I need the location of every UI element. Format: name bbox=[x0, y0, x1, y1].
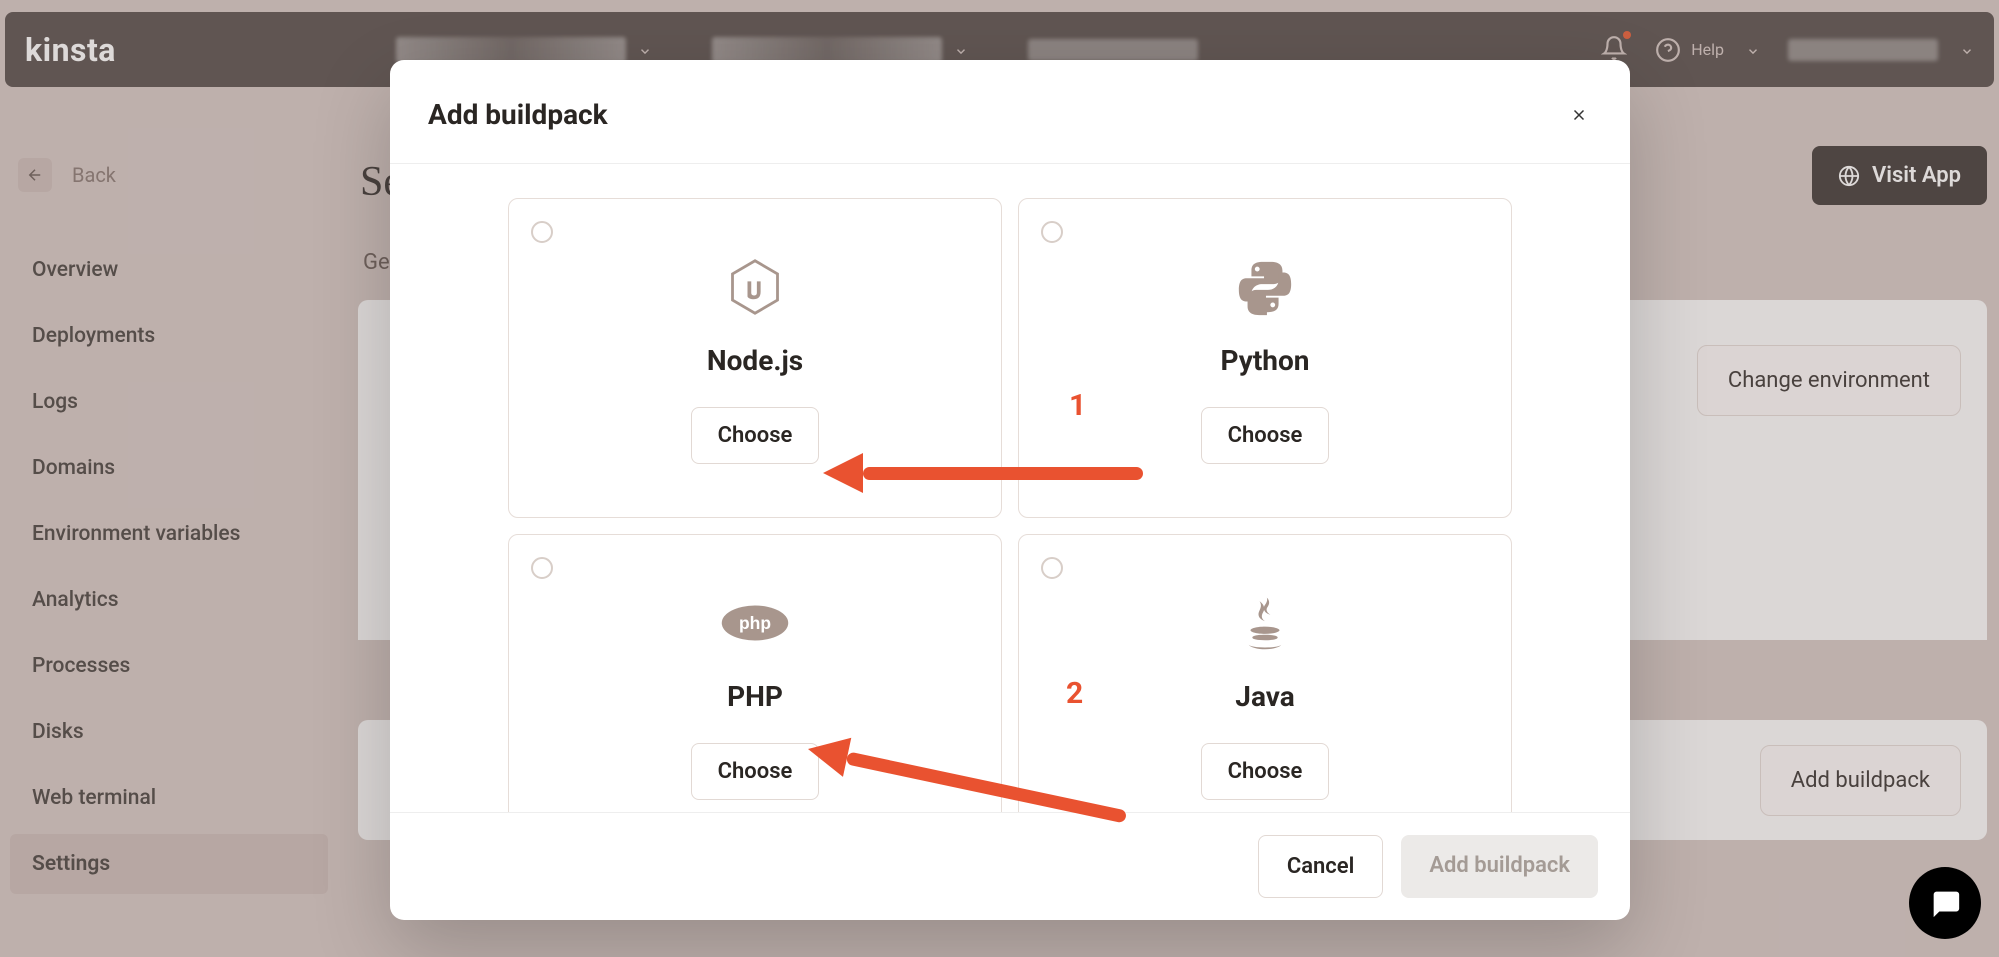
add-buildpack-confirm-button[interactable]: Add buildpack bbox=[1401, 835, 1598, 898]
buildpack-name: Python bbox=[1220, 344, 1309, 377]
annotation-number-2: 2 bbox=[1066, 676, 1083, 711]
nodejs-icon bbox=[720, 252, 790, 322]
chat-icon bbox=[1928, 886, 1962, 920]
radio-icon[interactable] bbox=[531, 221, 553, 243]
buildpack-name: PHP bbox=[727, 680, 783, 713]
choose-button[interactable]: Choose bbox=[1201, 743, 1330, 800]
choose-button[interactable]: Choose bbox=[691, 407, 820, 464]
choose-button[interactable]: Choose bbox=[1201, 407, 1330, 464]
python-icon bbox=[1230, 252, 1300, 322]
radio-icon[interactable] bbox=[531, 557, 553, 579]
annotation-number-1: 1 bbox=[1069, 388, 1086, 423]
cancel-button[interactable]: Cancel bbox=[1258, 835, 1384, 898]
arrow-head-icon bbox=[804, 729, 851, 776]
java-icon bbox=[1230, 588, 1300, 658]
radio-icon[interactable] bbox=[1041, 221, 1063, 243]
modal-title: Add buildpack bbox=[428, 98, 608, 131]
annotation-arrow-1 bbox=[823, 453, 1143, 493]
radio-icon[interactable] bbox=[1041, 557, 1063, 579]
buildpack-card-java[interactable]: Java Choose bbox=[1018, 534, 1512, 812]
arrow-head-icon bbox=[823, 453, 863, 493]
choose-button[interactable]: Choose bbox=[691, 743, 820, 800]
chat-widget-button[interactable] bbox=[1909, 867, 1981, 939]
close-icon bbox=[1570, 106, 1588, 124]
svg-text:php: php bbox=[739, 613, 771, 633]
php-icon: php bbox=[720, 588, 790, 658]
buildpack-name: Java bbox=[1235, 680, 1294, 713]
buildpack-name: Node.js bbox=[707, 344, 803, 377]
modal-close-button[interactable] bbox=[1566, 102, 1592, 128]
